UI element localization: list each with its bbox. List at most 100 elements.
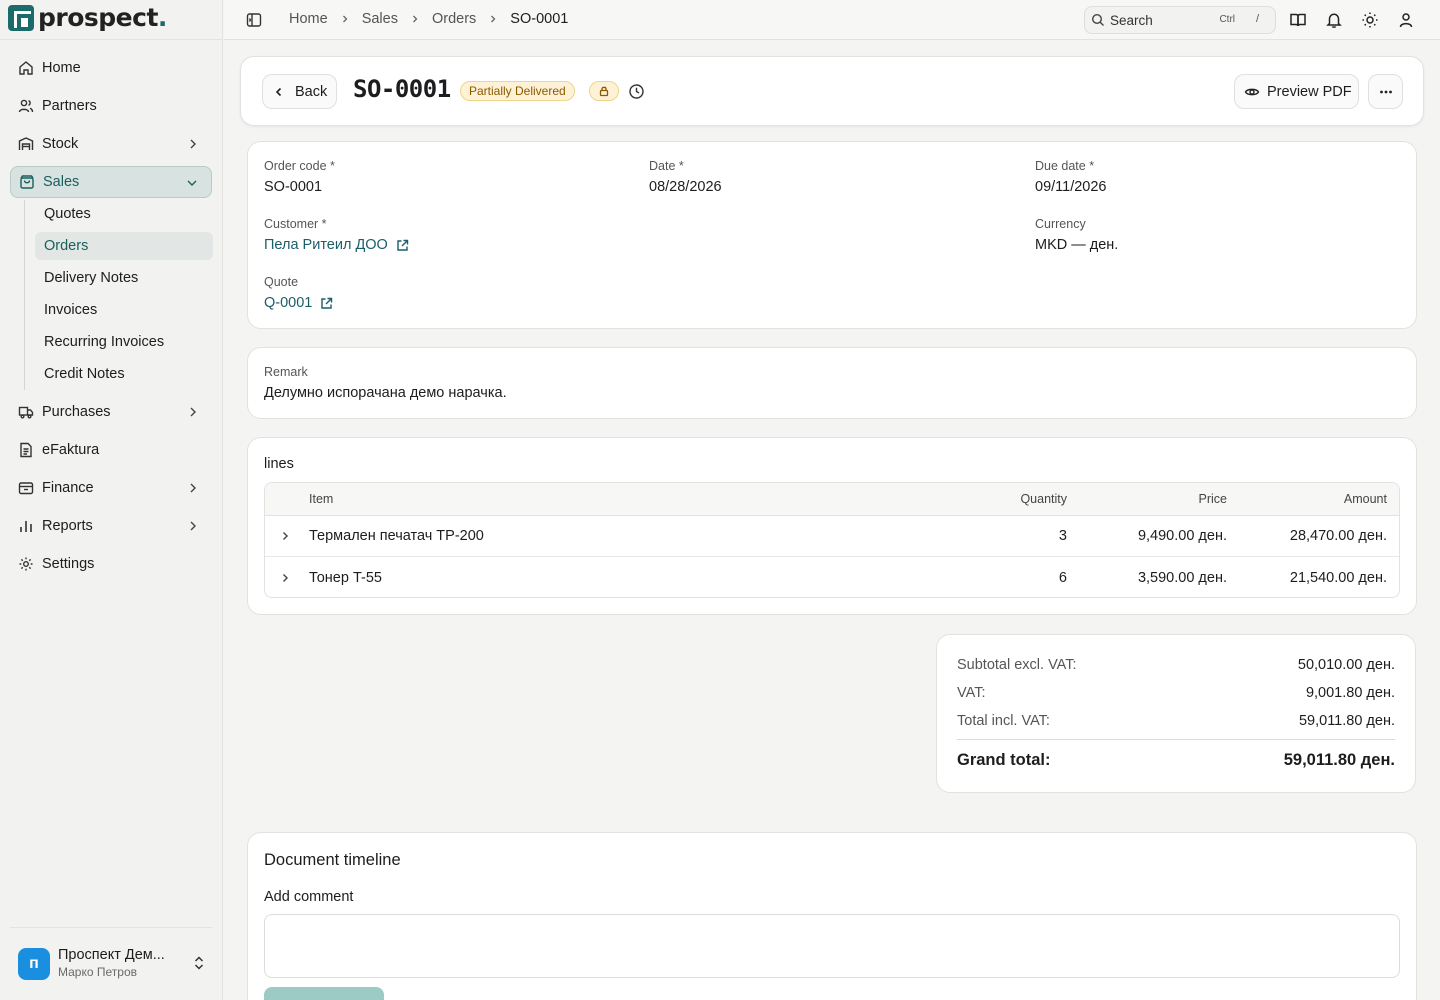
- sun-icon[interactable]: [1361, 11, 1379, 29]
- sidebar-subitem-credit-notes[interactable]: Credit Notes: [35, 360, 213, 388]
- sidebar-item-home[interactable]: Home: [10, 52, 212, 84]
- wallet-icon: [18, 480, 34, 496]
- back-button[interactable]: Back: [262, 74, 337, 109]
- column-price: Price: [1198, 492, 1227, 506]
- sidebar-item-label: Partners: [42, 98, 97, 114]
- home-icon: [18, 60, 34, 76]
- users-icon: [18, 98, 34, 114]
- breadcrumb-separator-icon: [340, 14, 350, 24]
- shortcut-key: /: [1255, 13, 1259, 25]
- total-value: 59,011.80 ден.: [1298, 713, 1395, 729]
- sidebar-item-finance[interactable]: Finance: [10, 472, 212, 504]
- line-item-name: Термален печатач TP-200: [309, 528, 484, 544]
- column-item: Item: [309, 492, 334, 506]
- status-badge: Partially Delivered: [460, 81, 575, 101]
- add-comment-button[interactable]: [264, 987, 384, 1000]
- breadcrumb-home[interactable]: Home: [289, 11, 328, 27]
- back-label: Back: [295, 83, 328, 100]
- more-actions-button[interactable]: [1368, 74, 1403, 109]
- sidebar-item-efaktura[interactable]: eFaktura: [10, 434, 212, 466]
- logo-mark-icon: [8, 5, 34, 31]
- sidebar-item-label: Purchases: [42, 404, 111, 420]
- remark-label: Remark: [264, 365, 308, 379]
- sidebar-item-settings[interactable]: Settings: [10, 548, 212, 580]
- due-date-label: Due date *: [1035, 159, 1095, 173]
- bell-icon[interactable]: [1325, 11, 1343, 29]
- table-header: Item Quantity Price Amount: [265, 483, 1399, 516]
- expand-row-icon[interactable]: [279, 530, 291, 542]
- page-title: SO-0001: [353, 75, 451, 103]
- document-timeline-card: Document timeline Add comment: [247, 832, 1417, 1000]
- brand-dot: .: [157, 3, 168, 32]
- sidebar-divider: [0, 39, 223, 40]
- line-amount: 21,540.00 ден.: [1289, 569, 1387, 586]
- avatar: п: [18, 948, 50, 980]
- truck-icon: [18, 404, 34, 420]
- date-label: Date *: [649, 159, 684, 173]
- table-row[interactable]: Термален печатач TP-200 3 9,490.00 ден. …: [265, 516, 1399, 557]
- preview-pdf-label: Preview PDF: [1267, 83, 1352, 100]
- file-text-icon: [18, 442, 34, 458]
- warehouse-icon: [18, 136, 34, 152]
- lines-table: Item Quantity Price Amount Термален печа…: [264, 482, 1400, 598]
- preview-pdf-button[interactable]: Preview PDF: [1234, 74, 1359, 109]
- order-code-label: Order code *: [264, 159, 335, 173]
- breadcrumb: Home Sales Orders SO-0001: [289, 11, 568, 27]
- currency-value: MKD — ден.: [1035, 237, 1119, 253]
- totals-divider: [957, 739, 1395, 740]
- book-open-icon[interactable]: [1289, 11, 1307, 29]
- timeline-title: Document timeline: [264, 851, 401, 869]
- chevron-down-icon: [185, 176, 199, 190]
- remark-text: Делумно испорачана демо нарачка.: [264, 385, 507, 401]
- sidebar-subitem-recurring-invoices[interactable]: Recurring Invoices: [35, 328, 213, 356]
- sidebar-item-label: Home: [42, 60, 81, 76]
- column-amount: Amount: [1343, 492, 1387, 506]
- sidebar-subitem-quotes[interactable]: Quotes: [35, 200, 213, 228]
- date-value: 08/28/2026: [649, 179, 722, 195]
- more-horizontal-icon: [1379, 90, 1393, 94]
- expand-row-icon[interactable]: [279, 572, 291, 584]
- totals-card: Subtotal excl. VAT: 50,010.00 ден. VAT: …: [936, 634, 1416, 793]
- comment-input[interactable]: [264, 914, 1400, 978]
- account-switcher[interactable]: п Проспект Дем... Марко Петров: [18, 947, 210, 981]
- quote-code: Q-0001: [264, 295, 313, 311]
- customer-link[interactable]: Пела Ритеил ДОО: [264, 237, 409, 253]
- sidebar-item-reports[interactable]: Reports: [10, 510, 212, 542]
- grand-total-value: 59,011.80 ден.: [1283, 751, 1395, 769]
- history-icon[interactable]: [628, 83, 645, 100]
- line-amount: 28,470.00 ден.: [1289, 528, 1387, 544]
- breadcrumb-orders[interactable]: Orders: [432, 11, 476, 27]
- gear-icon: [18, 556, 34, 572]
- quote-link[interactable]: Q-0001: [264, 295, 333, 311]
- order-code-value: SO-0001: [264, 179, 323, 195]
- brand-logo[interactable]: prospect.: [8, 4, 167, 32]
- chevron-right-icon: [186, 137, 200, 151]
- shortcut-modifier: Ctrl: [1219, 14, 1235, 25]
- sidebar-item-sales[interactable]: Sales: [10, 166, 212, 198]
- sidebar-subitem-delivery-notes[interactable]: Delivery Notes: [35, 264, 213, 292]
- sidebar-item-label: Settings: [42, 556, 95, 572]
- sidebar-item-partners[interactable]: Partners: [10, 90, 212, 122]
- eye-icon: [1244, 84, 1260, 100]
- customer-name: Пела Ритеил ДОО: [264, 237, 388, 253]
- account-name: Проспект Дем...: [58, 947, 165, 963]
- sidebar-item-purchases[interactable]: Purchases: [10, 396, 212, 428]
- user-icon[interactable]: [1397, 11, 1415, 29]
- chevron-right-icon: [186, 481, 200, 495]
- breadcrumb-sales[interactable]: Sales: [362, 11, 398, 27]
- line-quantity: 3: [1058, 528, 1067, 544]
- subtotal-value: 50,010.00 ден.: [1297, 657, 1395, 673]
- sidebar-toggle-icon[interactable]: [246, 12, 262, 28]
- sidebar-subitem-orders[interactable]: Orders: [35, 232, 213, 260]
- sidebar-subitem-invoices[interactable]: Invoices: [35, 296, 213, 324]
- search-input[interactable]: Search Ctrl /: [1084, 6, 1276, 34]
- sidebar-item-label: Stock: [42, 136, 79, 152]
- table-row[interactable]: Тонер T-55 6 3,590.00 ден. 21,540.00 ден…: [265, 557, 1399, 597]
- grand-total-label: Grand total:: [957, 751, 1051, 769]
- sidebar-item-stock[interactable]: Stock: [10, 128, 212, 160]
- remark-card: Remark Делумно испорачана демо нарачка.: [247, 347, 1417, 419]
- account-user: Марко Петров: [58, 965, 137, 979]
- lines-title: lines: [264, 456, 294, 472]
- column-quantity: Quantity: [1020, 492, 1067, 506]
- breadcrumb-current: SO-0001: [510, 11, 569, 27]
